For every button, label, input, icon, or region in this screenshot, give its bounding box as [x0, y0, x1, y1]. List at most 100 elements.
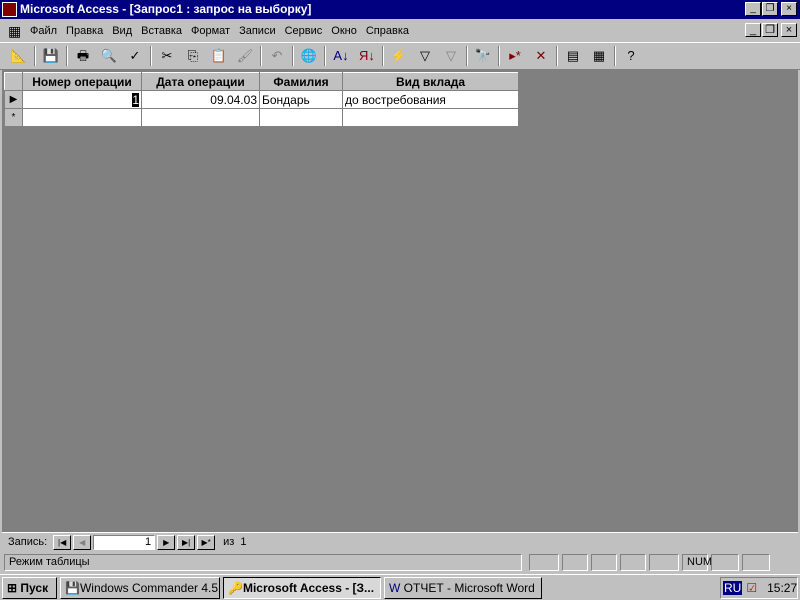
menu-window[interactable]: Окно [331, 25, 357, 37]
status-bar: Режим таблицы NUM [4, 554, 796, 572]
design-view-icon[interactable]: 📐 [8, 45, 30, 67]
filter-by-form-icon[interactable]: ▽ [414, 45, 436, 67]
format-painter-icon[interactable]: 🖌 [234, 45, 256, 67]
taskbar-item-access[interactable]: 🔑Microsoft Access - [З... [223, 576, 381, 599]
separator [324, 46, 326, 66]
language-indicator[interactable]: RU [723, 580, 743, 595]
windows-logo-icon: ⊞ [7, 580, 18, 595]
taskbar-label: ОТЧЕТ - Microsoft Word [403, 580, 535, 595]
menu-file[interactable]: Файл [30, 25, 57, 37]
new-record-icon[interactable]: ▸* [504, 45, 526, 67]
separator [66, 46, 68, 66]
new-record-marker[interactable]: * [4, 108, 23, 127]
separator [150, 46, 152, 66]
separator [260, 46, 262, 66]
prev-record-button[interactable]: ◀ [73, 534, 92, 550]
sort-ascending-icon[interactable]: A↓ [330, 45, 352, 67]
status-panel [742, 554, 770, 571]
separator [292, 46, 294, 66]
cell[interactable]: 09.04.03 [141, 90, 260, 109]
title-bar: Microsoft Access - [Запрос1 : запрос на … [0, 0, 800, 19]
last-record-button[interactable]: ▶| [177, 534, 196, 550]
document-icon[interactable]: ▦ [8, 23, 21, 40]
first-record-button[interactable]: |◀ [53, 534, 72, 550]
separator [498, 46, 500, 66]
apply-filter-icon[interactable]: ▽ [440, 45, 462, 67]
cell[interactable] [141, 108, 260, 127]
taskbar-label: Microsoft Access - [З... [242, 580, 375, 595]
filter-by-selection-icon[interactable]: ⚡ [388, 45, 410, 67]
floppy-icon: 💾 [65, 580, 80, 595]
paste-icon[interactable]: 📋 [208, 45, 230, 67]
menu-view[interactable]: Вид [112, 25, 132, 37]
database-window-icon[interactable]: ▤ [562, 45, 584, 67]
print-icon[interactable]: 🖶 [72, 45, 94, 67]
taskbar-label: Windows Commander 4.51... [79, 580, 220, 595]
doc-minimize-button[interactable]: _ [745, 23, 761, 37]
record-number-input[interactable]: 1 [93, 534, 156, 550]
current-record-icon[interactable]: ▶ [4, 90, 23, 109]
save-icon[interactable]: 💾 [40, 45, 62, 67]
column-header[interactable]: Дата операции [141, 72, 260, 91]
print-preview-icon[interactable]: 🔍 [98, 45, 120, 67]
status-panel [620, 554, 646, 571]
status-panel [529, 554, 559, 571]
column-header[interactable]: Вид вклада [342, 72, 519, 91]
taskbar-item-word[interactable]: W ОТЧЕТ - Microsoft Word [384, 576, 542, 599]
separator [466, 46, 468, 66]
menu-tools[interactable]: Сервис [285, 25, 323, 37]
doc-close-button[interactable]: × [781, 23, 797, 37]
cell[interactable] [22, 108, 142, 127]
copy-icon[interactable]: ⎘ [182, 45, 204, 67]
close-button[interactable]: × [781, 2, 797, 16]
access-icon: 🔑 [228, 580, 243, 595]
status-panel [711, 554, 739, 571]
menu-format[interactable]: Формат [191, 25, 230, 37]
new-object-icon[interactable]: ▦ [588, 45, 610, 67]
status-panel [562, 554, 588, 571]
doc-restore-button[interactable]: ❐ [762, 23, 778, 37]
menu-records[interactable]: Записи [239, 25, 276, 37]
access-app-icon [2, 2, 17, 17]
menu-insert[interactable]: Вставка [141, 25, 182, 37]
of-label: из [223, 536, 235, 548]
hyperlink-icon[interactable]: 🌐 [298, 45, 320, 67]
start-label: Пуск [20, 580, 49, 595]
word-icon: W [389, 580, 401, 595]
delete-record-icon[interactable]: ✕ [530, 45, 552, 67]
table-row: ▶ 1 09.04.03 Бондарь до востребования [4, 90, 519, 109]
help-icon[interactable]: ? [620, 45, 642, 67]
cut-icon[interactable]: ✂ [156, 45, 178, 67]
cell[interactable]: до востребования [342, 90, 519, 109]
cell[interactable] [342, 108, 519, 127]
status-text: Режим таблицы [4, 554, 522, 571]
system-tray: RU ☑ 15:27 [720, 576, 798, 599]
menu-edit[interactable]: Правка [66, 25, 103, 37]
select-all[interactable] [4, 72, 23, 91]
separator [614, 46, 616, 66]
minimize-button[interactable]: _ [745, 2, 761, 16]
new-record-button[interactable]: ▶* [197, 534, 216, 550]
next-record-button[interactable]: ▶ [157, 534, 176, 550]
taskbar: ⊞ Пуск 💾Windows Commander 4.51... 🔑Micro… [0, 574, 800, 600]
clock[interactable]: 15:27 [767, 581, 797, 595]
datasheet-area: Номер операции Дата операции Фамилия Вид… [2, 70, 798, 532]
task-scheduler-icon[interactable]: ☑ [746, 581, 757, 595]
restore-button[interactable]: ❐ [762, 2, 778, 16]
cell[interactable]: 1 [132, 92, 139, 107]
separator [34, 46, 36, 66]
sort-descending-icon[interactable]: Я↓ [356, 45, 378, 67]
start-button[interactable]: ⊞ Пуск [2, 576, 57, 599]
menu-help[interactable]: Справка [366, 25, 409, 37]
window-title: Microsoft Access - [Запрос1 : запрос на … [20, 2, 312, 16]
column-header[interactable]: Номер операции [22, 72, 142, 91]
taskbar-item-windows-commander[interactable]: 💾Windows Commander 4.51... [60, 576, 220, 599]
find-icon[interactable]: 🔭 [472, 45, 494, 67]
cell[interactable] [259, 108, 343, 127]
datasheet: Номер операции Дата операции Фамилия Вид… [4, 72, 519, 127]
column-header[interactable]: Фамилия [259, 72, 343, 91]
cell[interactable]: Бондарь [259, 90, 343, 109]
spelling-icon[interactable]: ✓ [124, 45, 146, 67]
record-total: 1 [240, 536, 247, 548]
undo-icon[interactable]: ↶ [266, 45, 288, 67]
